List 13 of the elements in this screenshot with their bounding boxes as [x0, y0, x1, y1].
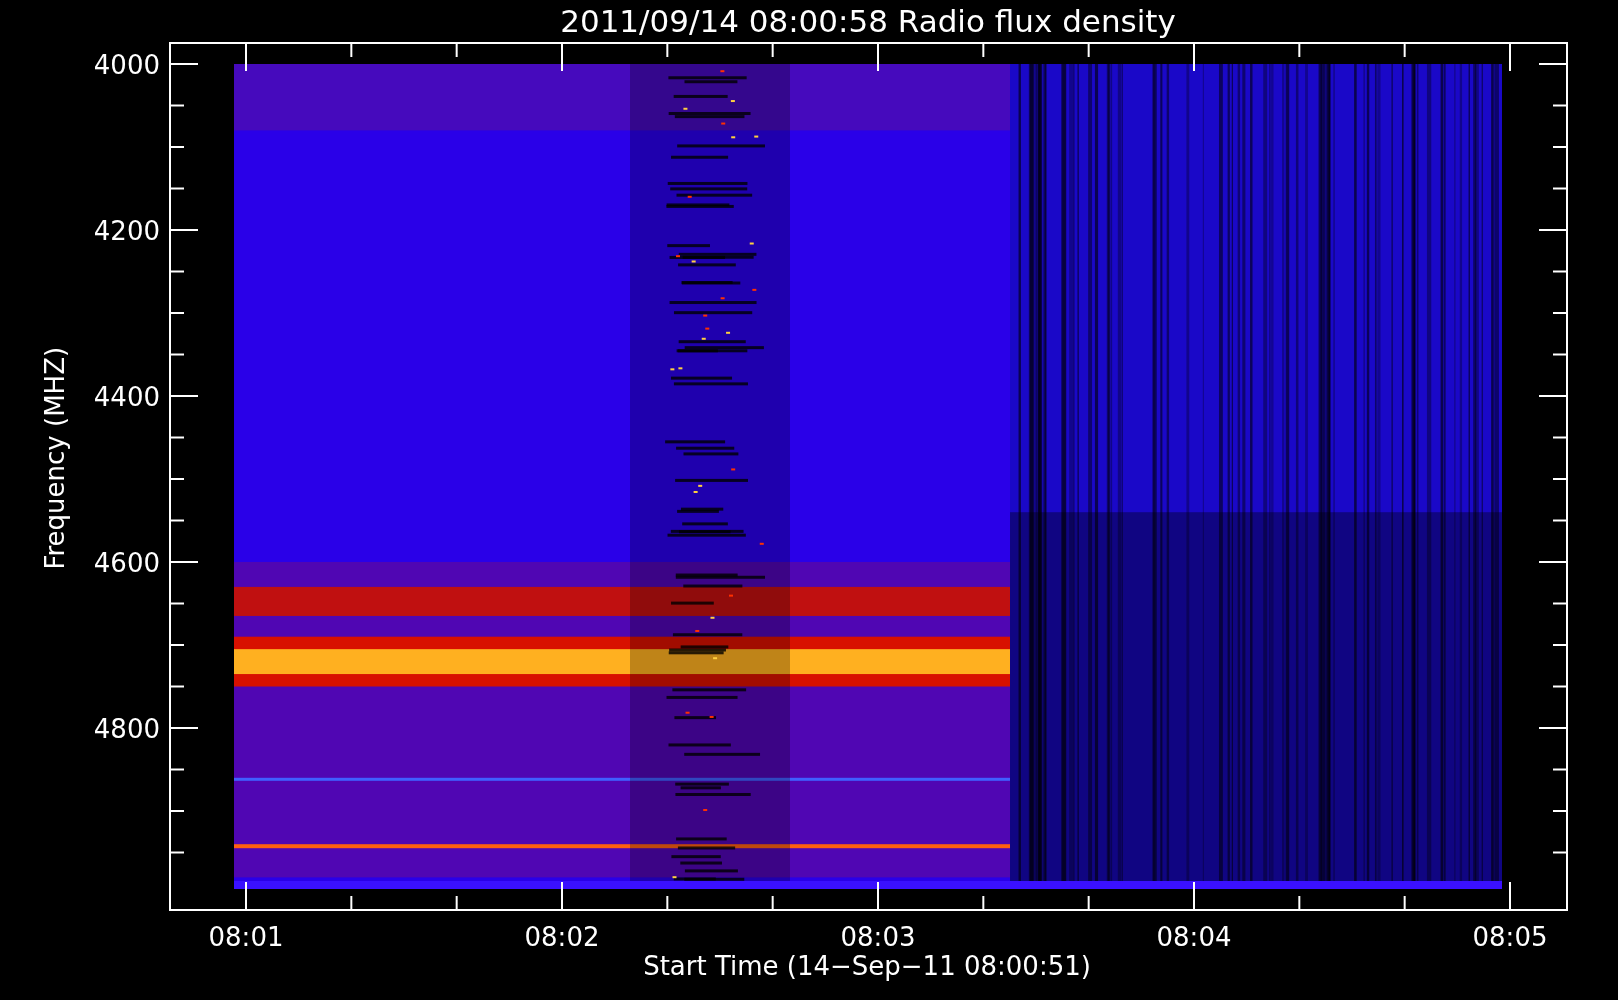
- axis-tick-label: 4400: [93, 382, 160, 412]
- axis-title: Frequency (MHZ): [40, 346, 70, 570]
- axis-tick-label: 4800: [93, 714, 160, 744]
- axis-tick-label: 08:01: [208, 922, 284, 952]
- axis-tick-label: 08:05: [1472, 922, 1548, 952]
- axis-tick-label: 4600: [93, 548, 160, 578]
- axis-tick-label: 08:02: [524, 922, 600, 952]
- axis-tick-label: 4000: [93, 50, 160, 80]
- axis-title: Start Time (14−Sep−11 08:00:51): [643, 951, 1091, 981]
- axis-tick-label: 4200: [93, 216, 160, 246]
- axis-tick-label: 08:04: [1156, 922, 1232, 952]
- axis-tick-label: 08:03: [840, 922, 916, 952]
- chart-title: 2011/09/14 08:00:58 Radio flux density: [560, 3, 1176, 39]
